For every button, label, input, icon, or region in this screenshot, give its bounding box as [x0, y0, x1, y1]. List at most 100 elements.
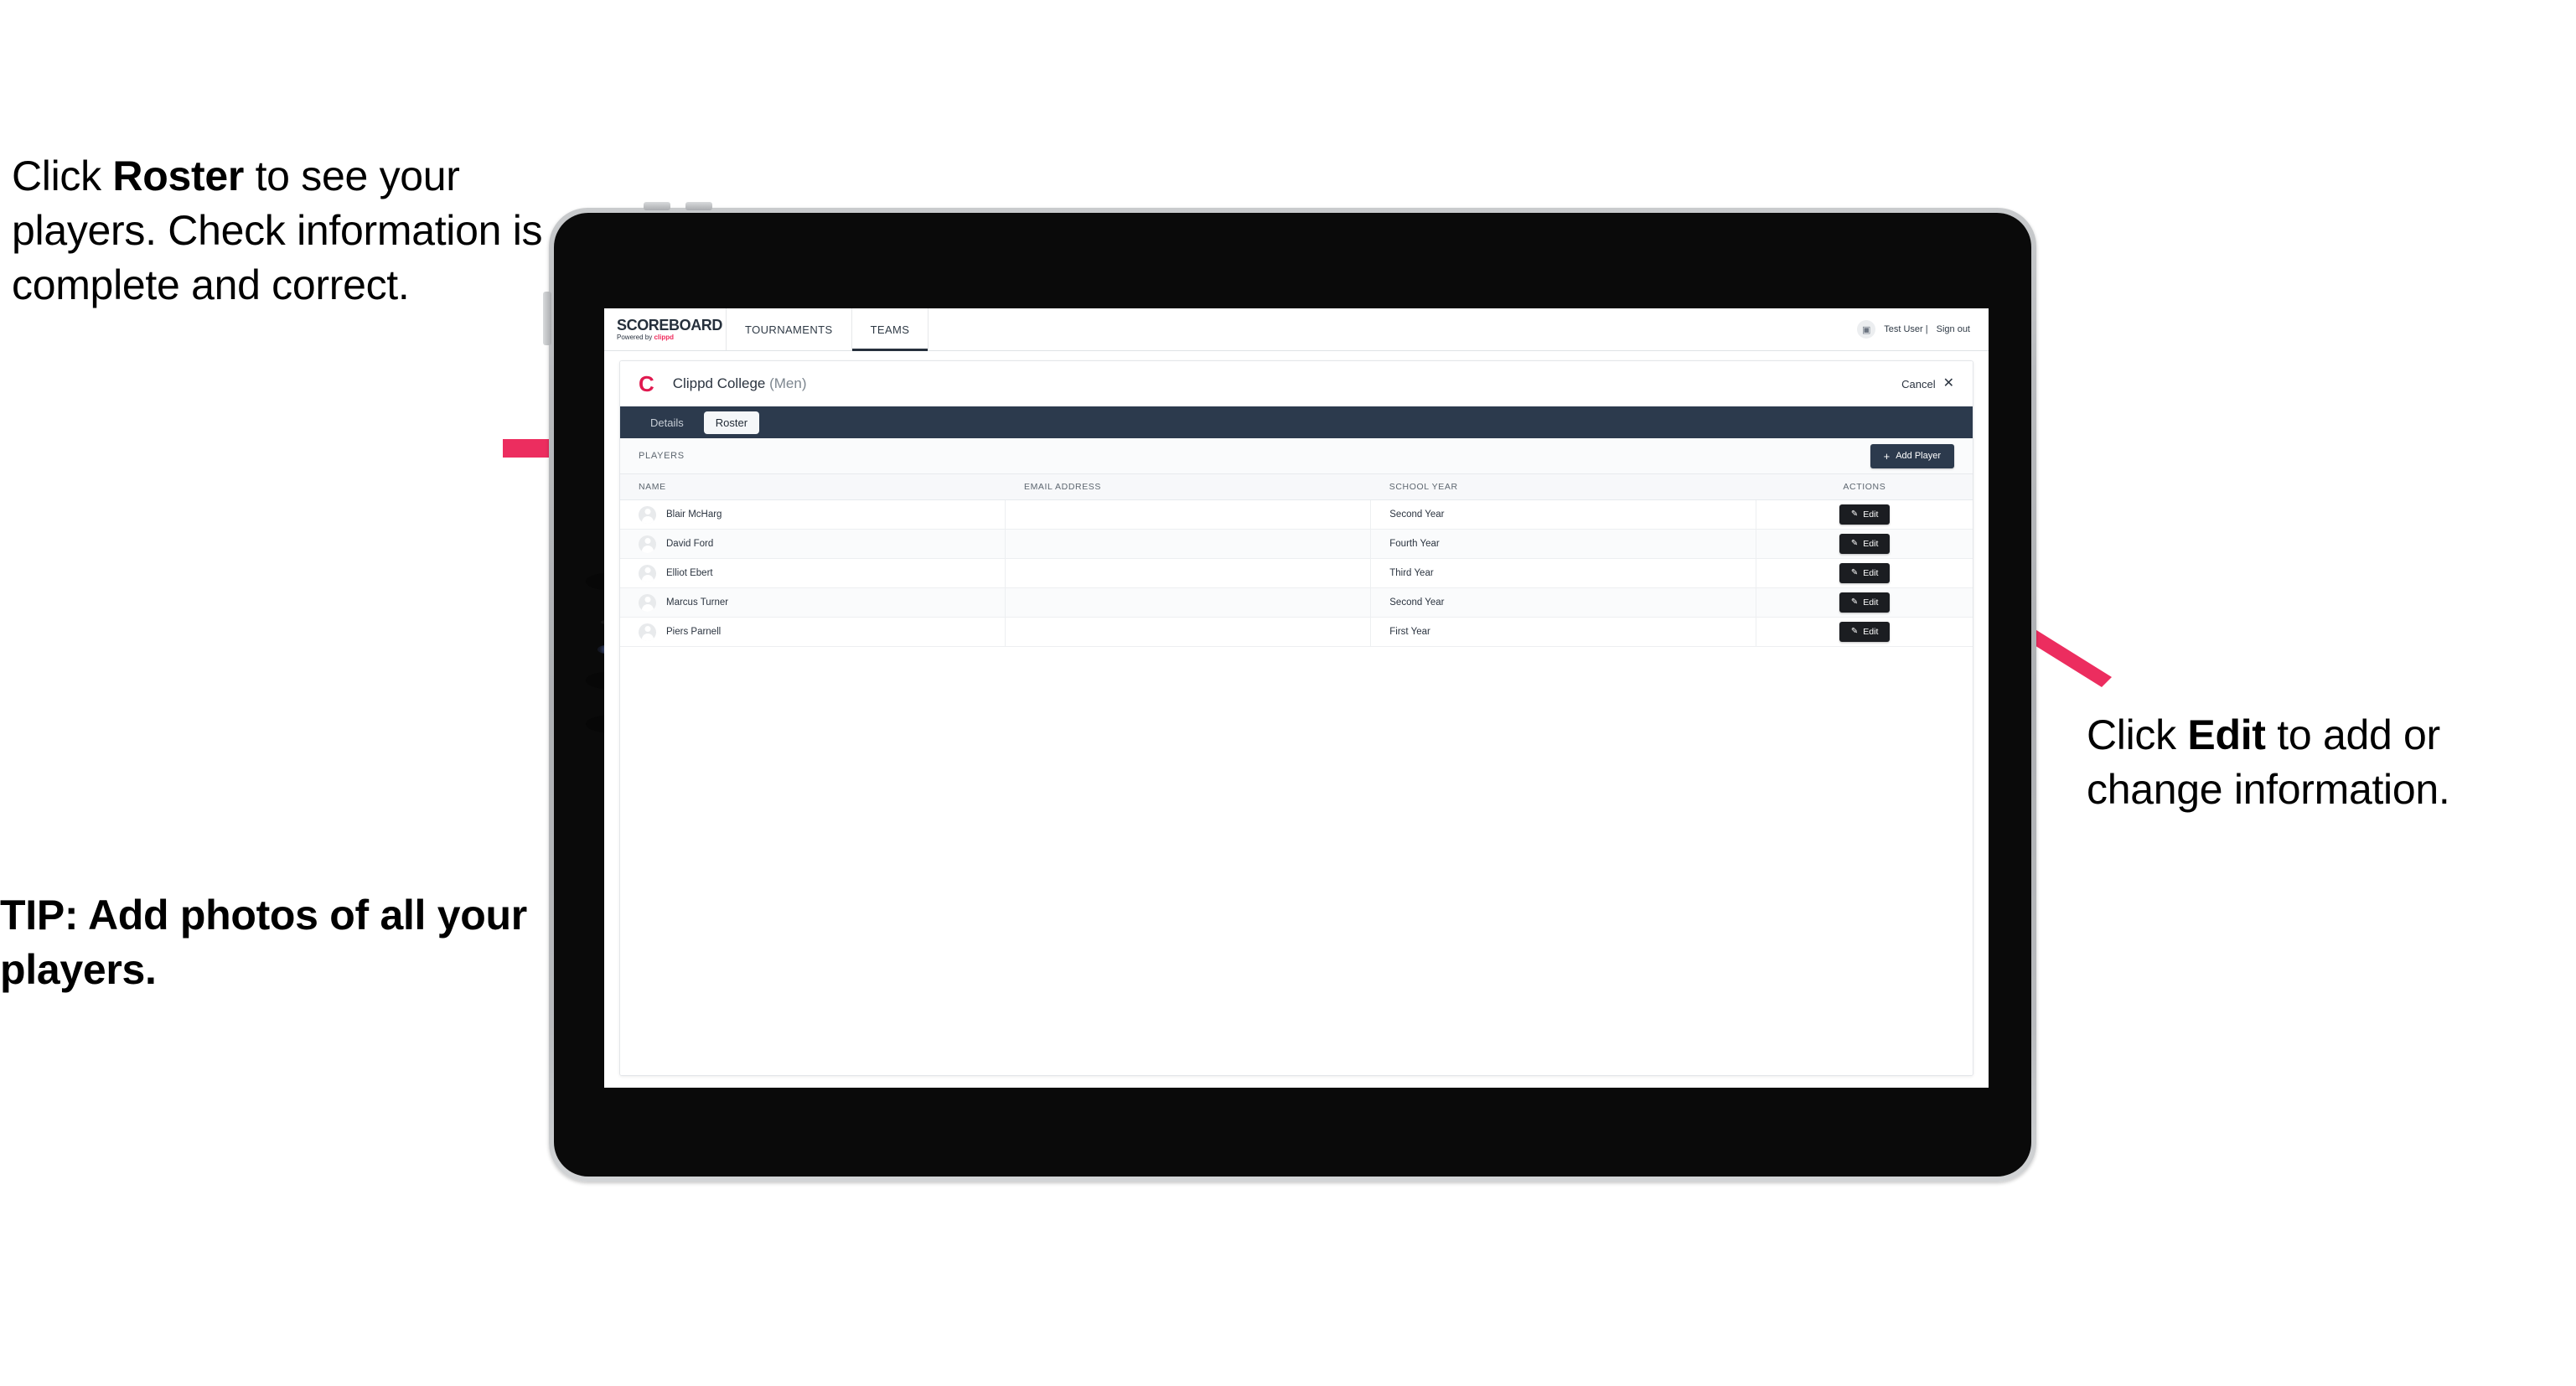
cell-email: [1005, 558, 1372, 588]
name-cell-content: Piers Parnell: [639, 623, 986, 641]
player-name-label: David Ford: [666, 539, 714, 549]
subtab-roster[interactable]: Roster: [703, 411, 760, 434]
column-header-actions: ACTIONS: [1756, 474, 1973, 500]
volume-down-button[interactable]: [685, 202, 712, 210]
cell-actions: ✎ Edit: [1756, 617, 1973, 647]
sign-out-link[interactable]: Sign out: [1937, 324, 1970, 334]
pencil-icon: ✎: [1850, 568, 1859, 577]
brand-tagline-text: Powered by: [617, 334, 654, 341]
cell-email: [1005, 617, 1372, 647]
players-section-label: PLAYERS: [639, 451, 685, 461]
column-header-school-year[interactable]: SCHOOL YEAR: [1370, 474, 1756, 500]
card-subtab-strip: Details Roster: [620, 406, 1973, 438]
cell-email: [1005, 529, 1372, 559]
tablet-device-frame: SCOREBOARD Powered by clippd TOURNAMENTS…: [543, 202, 2036, 1182]
plus-icon: +: [1883, 449, 1891, 463]
edit-button-label: Edit: [1863, 597, 1879, 608]
roster-table: NAME EMAIL ADDRESS SCHOOL YEAR ACTIONS B…: [620, 474, 1973, 647]
team-logo-icon: C: [639, 371, 654, 396]
table-header-row: NAME EMAIL ADDRESS SCHOOL YEAR ACTIONS: [620, 474, 1973, 500]
edit-button[interactable]: ✎ Edit: [1839, 622, 1891, 642]
roster-table-head: NAME EMAIL ADDRESS SCHOOL YEAR ACTIONS: [620, 474, 1973, 500]
team-name-title: Clippd College (Men): [673, 375, 807, 392]
edit-button-label: Edit: [1863, 568, 1879, 578]
tablet-screen: SCOREBOARD Powered by clippd TOURNAMENTS…: [604, 308, 1989, 1088]
player-name-label: Elliot Ebert: [666, 568, 713, 578]
edit-button-label: Edit: [1863, 509, 1879, 520]
cell-actions: ✎ Edit: [1756, 558, 1973, 588]
player-name-label: Marcus Turner: [666, 597, 729, 608]
edit-button-label: Edit: [1863, 539, 1879, 549]
add-player-label: Add Player: [1896, 451, 1941, 461]
avatar-placeholder-icon: [639, 564, 656, 582]
table-row: David Ford Fourth Year ✎ Edit: [620, 529, 1973, 559]
pencil-icon: ✎: [1850, 597, 1859, 607]
cell-school-year: Fourth Year: [1370, 529, 1757, 559]
user-name-label: Test User |: [1884, 324, 1928, 334]
callout-roster-pre: Click: [12, 153, 113, 199]
cell-school-year: First Year: [1370, 617, 1757, 647]
cell-email: [1005, 499, 1372, 530]
cell-actions: ✎ Edit: [1756, 529, 1973, 559]
edit-button-label: Edit: [1863, 627, 1879, 637]
cell-school-year: Second Year: [1370, 499, 1757, 530]
name-cell-content: David Ford: [639, 535, 986, 553]
players-section-bar: PLAYERS + Add Player: [620, 438, 1973, 474]
cell-name: David Ford: [620, 529, 1006, 559]
cell-email: [1005, 587, 1372, 618]
user-menu-area: ▣ Test User | Sign out: [1857, 308, 1989, 350]
avatar-placeholder-icon: [639, 593, 656, 612]
cancel-label: Cancel: [1901, 377, 1936, 390]
brand-tagline-accent: clippd: [654, 334, 675, 341]
brand-title: SCOREBOARD: [617, 317, 723, 334]
team-name-text: Clippd College: [672, 375, 766, 391]
player-name-label: Blair McHarg: [666, 509, 722, 520]
brand-tagline: Powered by clippd: [617, 334, 726, 341]
cell-name: Piers Parnell: [620, 617, 1006, 647]
brand-logo[interactable]: SCOREBOARD Powered by clippd: [604, 308, 727, 350]
avatar-placeholder-icon: [639, 623, 656, 641]
avatar-placeholder-icon: [639, 535, 656, 553]
table-row: Blair McHarg Second Year ✎ Edit: [620, 499, 1973, 530]
cell-school-year: Third Year: [1370, 558, 1757, 588]
pencil-icon: ✎: [1850, 627, 1859, 636]
cell-name: Blair McHarg: [620, 499, 1006, 530]
app-top-navigation: SCOREBOARD Powered by clippd TOURNAMENTS…: [604, 308, 1989, 351]
edit-button[interactable]: ✎ Edit: [1839, 504, 1891, 525]
volume-up-button[interactable]: [644, 202, 670, 210]
cell-name: Elliot Ebert: [620, 558, 1006, 588]
edit-button[interactable]: ✎ Edit: [1839, 563, 1891, 583]
callout-edit-instruction: Click Edit to add or change information.: [2087, 708, 2573, 817]
table-row: Piers Parnell First Year ✎ Edit: [620, 617, 1973, 647]
card-header: C Clippd College (Men) Cancel ✕: [620, 361, 1973, 406]
table-empty-area: [620, 647, 1973, 1075]
nav-tab-tournaments[interactable]: TOURNAMENTS: [727, 308, 852, 350]
subtab-details[interactable]: Details: [639, 411, 696, 434]
table-row: Marcus Turner Second Year ✎ Edit: [620, 587, 1973, 618]
callout-roster-bold: Roster: [112, 153, 244, 199]
column-header-email[interactable]: EMAIL ADDRESS: [1005, 474, 1371, 500]
edit-button[interactable]: ✎ Edit: [1839, 592, 1891, 613]
nav-tab-teams[interactable]: TEAMS: [851, 308, 929, 351]
column-header-name[interactable]: NAME: [620, 474, 1006, 500]
cell-school-year: Second Year: [1370, 587, 1757, 618]
name-cell-content: Marcus Turner: [639, 593, 986, 612]
cell-name: Marcus Turner: [620, 587, 1006, 618]
roster-table-body: Blair McHarg Second Year ✎ Edit David Ford Fo…: [620, 499, 1973, 647]
tablet-bezel: SCOREBOARD Powered by clippd TOURNAMENTS…: [554, 213, 2031, 1177]
add-player-button[interactable]: + Add Player: [1870, 443, 1954, 468]
callout-edit-bold: Edit: [2187, 711, 2266, 758]
team-detail-card: C Clippd College (Men) Cancel ✕ Details …: [619, 360, 1973, 1076]
cell-actions: ✎ Edit: [1756, 587, 1973, 618]
callout-roster-instruction: Click Roster to see your players. Check …: [12, 149, 548, 313]
callout-tip-instruction: TIP: Add photos of all your players.: [0, 892, 527, 993]
close-icon: ✕: [1942, 376, 1954, 390]
cancel-button[interactable]: Cancel ✕: [1901, 377, 1954, 390]
name-cell-content: Blair McHarg: [639, 505, 986, 524]
pencil-icon: ✎: [1850, 539, 1859, 548]
power-button[interactable]: [543, 292, 551, 345]
edit-button[interactable]: ✎ Edit: [1839, 534, 1891, 554]
pencil-icon: ✎: [1850, 509, 1859, 519]
name-cell-content: Elliot Ebert: [639, 564, 986, 582]
broken-image-icon[interactable]: ▣: [1857, 320, 1876, 339]
